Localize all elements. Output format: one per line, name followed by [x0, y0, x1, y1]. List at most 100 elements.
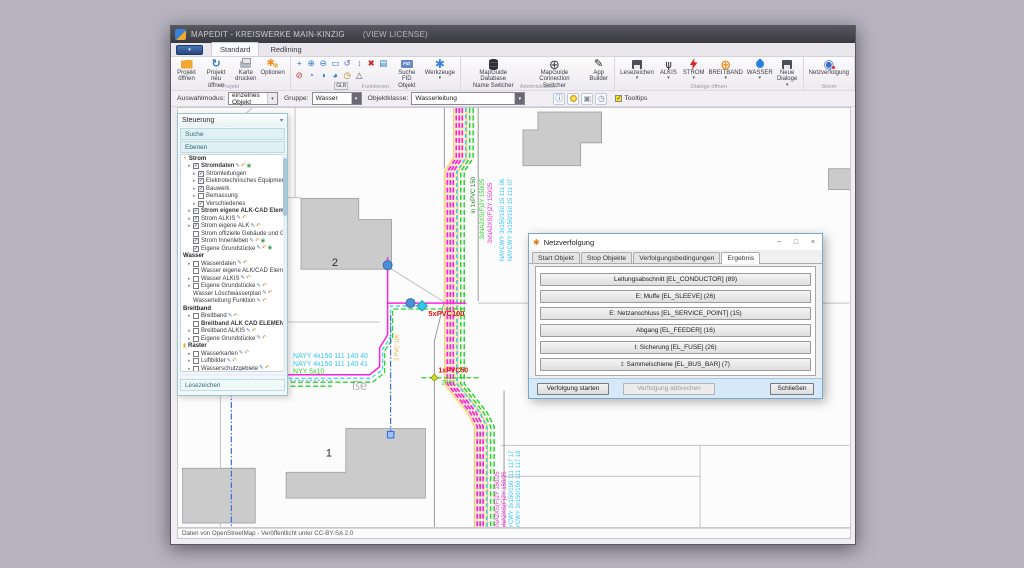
edit-icon[interactable]: ✎ [256, 284, 261, 290]
ribbon-tab-standard[interactable]: Standard [211, 42, 259, 56]
breitband-button[interactable]: BREITBAND▾ [707, 58, 745, 81]
layer-item-strom-eigene-alk-cad-elemente[interactable]: ▸✓Strom eigene ALK-CAD Elemente✎ [181, 208, 284, 216]
measure-icon[interactable]: △ [354, 70, 365, 81]
undo-icon[interactable]: ↶ [243, 261, 248, 267]
layer-item-breitband[interactable]: ▸Breitband✎↶ [181, 313, 284, 321]
dialog-tab-verfolgungsbedingungen[interactable]: Verfolgungsbedingungen [633, 252, 720, 263]
info-icon[interactable]: ⓘ [553, 93, 565, 105]
layer-item-strom-eigene-alk[interactable]: ▸✓Strom eigene ALK✎↶ [181, 223, 284, 231]
dialog-tab-start-objekt[interactable]: Start Objekt [532, 252, 580, 263]
layer-checkbox[interactable]: ✓ [198, 178, 204, 184]
layer-item-luftbilder[interactable]: ▸Luftbilder✎↶ [181, 358, 284, 366]
zoom-layer-icon[interactable]: ◑ [318, 70, 329, 81]
result-item[interactable]: Leitungsabschnitt [EL_CONDUCTOR] (89) [540, 273, 811, 286]
layer-checkbox[interactable] [193, 276, 199, 282]
layer-checkbox[interactable]: ✓ [198, 186, 204, 192]
layer-checkbox[interactable]: ✓ [193, 223, 199, 229]
layer-item-breitband-alkis[interactable]: ▸Breitband ALKIS✎↶ [181, 328, 284, 336]
layer-item-wasserkarten[interactable]: ▸Wasserkarten✎↶ [181, 350, 284, 358]
pan-icon[interactable]: + [294, 58, 305, 69]
karte-drucken-button[interactable]: Karte drucken [233, 58, 258, 83]
result-item[interactable]: E: Netzanschluss [EL_SERVICE_POINT] (15) [540, 307, 811, 320]
objektklasse-select[interactable]: Wasserleitung ▾ [411, 92, 525, 105]
close-button[interactable]: × [808, 239, 818, 246]
edit-icon[interactable]: ✎ [246, 329, 251, 335]
zoom-window-icon[interactable]: ▭ [330, 58, 341, 69]
globe-icon[interactable]: ◉ [261, 239, 266, 245]
fid-select-icon[interactable]: ▤ [378, 58, 389, 69]
werkzeuge-button[interactable]: Werkzeuge▾ [423, 58, 457, 81]
layer-checkbox[interactable]: ✓ [193, 246, 199, 252]
zoom-minus-icon[interactable]: ⊘ [294, 70, 305, 81]
undo-icon[interactable]: ↶ [233, 314, 238, 320]
undo-icon[interactable]: ↶ [255, 239, 260, 245]
undo-icon[interactable]: ↶ [265, 366, 270, 372]
layer-checkbox[interactable] [193, 231, 199, 237]
zoom-previous-icon[interactable]: ↺ [342, 58, 353, 69]
section-lesezeichen[interactable]: Lesezeichen [180, 379, 285, 391]
globe-icon[interactable]: ◉ [268, 246, 273, 252]
layer-checkbox[interactable] [193, 268, 199, 274]
section-suche[interactable]: Suche [180, 128, 285, 140]
edit-icon[interactable]: ✎ [256, 336, 261, 342]
edit-icon[interactable]: ✎ [256, 299, 261, 305]
result-item[interactable]: I: Sicherung [EL_FUSE] (26) [540, 341, 811, 354]
globe-icon[interactable]: ◉ [247, 164, 252, 170]
delete-icon[interactable]: ✖ [366, 58, 377, 69]
alkis-button[interactable]: ALKIS▾ [656, 58, 681, 81]
edit-icon[interactable]: ✎ [228, 314, 233, 320]
section-ebenen[interactable]: Ebenen [180, 141, 285, 153]
layer-checkbox[interactable]: ✓ [193, 163, 199, 169]
layer-item-wasserdaten[interactable]: ▸Wasserdaten✎↶ [181, 260, 284, 268]
layer-item-elektrotechnisches-equipment[interactable]: ▸✓Elektrotechnisches Equipment [181, 178, 284, 186]
window-icon[interactable]: ▣ [581, 93, 593, 105]
layer-item-wasserschutzgebiete[interactable]: ▸Wasserschutzgebiete✎↶ [181, 365, 284, 372]
layer-checkbox[interactable] [198, 193, 204, 199]
tooltips-checkbox[interactable]: ✓ [615, 95, 622, 102]
maximize-button[interactable]: □ [791, 239, 801, 246]
clock-icon[interactable]: ◷ [595, 93, 607, 105]
scrollbar-thumb[interactable] [283, 158, 287, 216]
undo-icon[interactable]: ↶ [242, 216, 247, 222]
layer-item-bauwerk[interactable]: ▸✓Bauwerk [181, 185, 284, 193]
edit-icon[interactable]: ✎ [235, 164, 240, 170]
layer-checkbox[interactable] [193, 351, 199, 357]
wasser-button[interactable]: WASSER▾ [745, 58, 775, 81]
layer-checkbox[interactable] [193, 283, 199, 289]
zoom-in-icon[interactable]: ⊕ [306, 58, 317, 69]
layer-checkbox[interactable]: ✓ [198, 171, 204, 177]
layer-section-strom[interactable]: ⚡Strom [181, 155, 284, 163]
result-item[interactable]: E: Muffe [EL_SLEEVE] (26) [540, 290, 811, 303]
auswahlmodus-select[interactable]: einzelnes Objekt ▾ [228, 92, 278, 105]
application-menu-button[interactable]: ▾ [176, 45, 203, 55]
layer-item-stromdaten[interactable]: ▸✓Stromdaten✎↶◉ [181, 163, 284, 171]
edit-icon[interactable]: ✎ [240, 276, 245, 282]
layer-checkbox[interactable]: ✓ [193, 208, 199, 214]
dialog-tab-ergebnis[interactable]: Ergebnis [721, 252, 760, 264]
layer-checkbox[interactable] [193, 328, 199, 334]
undo-icon[interactable]: ↶ [246, 276, 251, 282]
layer-section-breitband[interactable]: Breitband [181, 305, 284, 313]
layer-item-strom-innenleben[interactable]: ✓Strom Innenleben✎↶◉ [181, 238, 284, 246]
zoom-out-icon[interactable]: ⊖ [318, 58, 329, 69]
undo-icon[interactable]: ↶ [252, 329, 257, 335]
layer-section-raster[interactable]: ▮Raster [181, 343, 284, 351]
layer-checkbox[interactable]: ✓ [193, 238, 199, 244]
layer-checkbox[interactable]: ✓ [198, 201, 204, 207]
edit-icon[interactable]: ✎ [259, 366, 264, 372]
layer-item-breitband-alk-cad-elemente[interactable]: Breitband ALK CAD ELEMENTE✎ [181, 320, 284, 328]
undo-icon[interactable]: ↶ [244, 351, 249, 357]
edit-icon[interactable]: ✎ [236, 216, 241, 222]
layer-item-wasser-alkis[interactable]: ▸Wasser ALKIS✎↶ [181, 275, 284, 283]
zoom-scale-icon[interactable]: ↕ [354, 58, 365, 69]
verfolgung-starten-button[interactable]: Verfolgung starten [537, 383, 609, 395]
schliessen-button[interactable]: Schließen [770, 383, 814, 395]
result-item[interactable]: I: Sammelschiene [EL_BUS_BAR] (7) [540, 358, 811, 371]
undo-icon[interactable]: ↶ [262, 299, 267, 305]
app-builder-button[interactable]: App Builder [586, 58, 611, 83]
edit-icon[interactable]: ✎ [256, 246, 261, 252]
layer-item-wasser-eigene-alk-cad-elemente[interactable]: Wasser eigene ALK/CAD Elemente [181, 268, 284, 276]
layer-item-verschiedenes[interactable]: ▸✓Verschiedenes [181, 200, 284, 208]
edit-icon[interactable]: ✎ [227, 359, 232, 365]
layer-item-eigene-grundstücke[interactable]: ✓Eigene Grundstücke✎↶◉ [181, 245, 284, 253]
